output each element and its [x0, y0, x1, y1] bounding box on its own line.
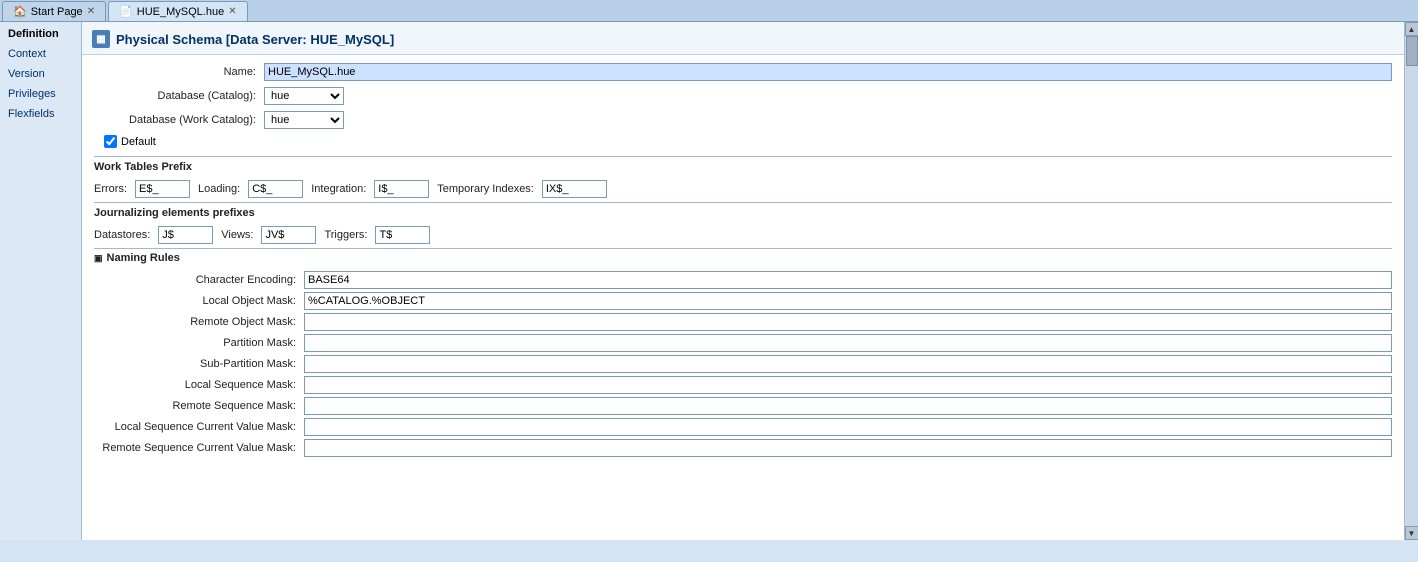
naming-row: Remote Sequence Mask: [94, 397, 1392, 415]
naming-input-1[interactable] [304, 292, 1392, 310]
default-row: Default [104, 135, 1392, 148]
page-title-icon: ▦ [92, 30, 110, 48]
naming-section: ▣ Naming Rules Character Encoding: Local … [94, 248, 1392, 457]
triggers-label: Triggers: [324, 229, 367, 241]
start-page-close[interactable]: ✕ [87, 6, 95, 17]
sidebar-item-definition[interactable]: Definition [0, 24, 81, 44]
hue-mysql-label: HUE_MySQL.hue [137, 6, 224, 18]
errors-input[interactable] [135, 180, 190, 198]
work-tables-header: Work Tables Prefix [94, 156, 1392, 176]
start-page-label: Start Page [31, 6, 83, 18]
naming-row: Local Sequence Current Value Mask: [94, 418, 1392, 436]
integration-label: Integration: [311, 183, 366, 195]
naming-label-2: Remote Object Mask: [94, 316, 304, 328]
page-title-text: Physical Schema [Data Server: HUE_MySQL] [116, 32, 394, 47]
collapse-icon[interactable]: ▣ [94, 253, 103, 264]
naming-row: Sub-Partition Mask: [94, 355, 1392, 373]
naming-row: Character Encoding: [94, 271, 1392, 289]
scroll-up-arrow[interactable]: ▲ [1405, 22, 1418, 36]
naming-label-8: Remote Sequence Current Value Mask: [94, 442, 304, 454]
views-input[interactable] [261, 226, 316, 244]
naming-input-5[interactable] [304, 376, 1392, 394]
naming-label-7: Local Sequence Current Value Mask: [94, 421, 304, 433]
naming-row: Partition Mask: [94, 334, 1392, 352]
tab-hue-mysql[interactable]: 📄 HUE_MySQL.hue ✕ [108, 1, 248, 21]
content-area: ▦ Physical Schema [Data Server: HUE_MySQ… [82, 22, 1404, 540]
views-label: Views: [221, 229, 253, 241]
sidebar-item-privileges[interactable]: Privileges [0, 84, 81, 104]
db-work-select[interactable]: hue information_schema mysql [264, 111, 344, 129]
naming-row: Remote Sequence Current Value Mask: [94, 439, 1392, 457]
db-catalog-select[interactable]: hue information_schema mysql [264, 87, 344, 105]
integration-input[interactable] [374, 180, 429, 198]
journalizing-header: Journalizing elements prefixes [94, 202, 1392, 222]
temp-indexes-label: Temporary Indexes: [437, 183, 534, 195]
hue-mysql-close[interactable]: ✕ [228, 6, 236, 17]
right-scrollbar: ▲ ▼ [1404, 22, 1418, 540]
scroll-track [1406, 36, 1418, 526]
main-layout: Definition Context Version Privileges Fl… [0, 22, 1418, 540]
loading-input[interactable] [248, 180, 303, 198]
naming-label-3: Partition Mask: [94, 337, 304, 349]
start-page-icon: 🏠 [13, 5, 27, 18]
name-input[interactable] [264, 63, 1392, 81]
naming-input-4[interactable] [304, 355, 1392, 373]
naming-input-2[interactable] [304, 313, 1392, 331]
sidebar-item-context[interactable]: Context [0, 44, 81, 64]
naming-label-1: Local Object Mask: [94, 295, 304, 307]
sidebar-item-version[interactable]: Version [0, 64, 81, 84]
naming-rules-header: ▣ Naming Rules [94, 248, 1392, 267]
naming-input-3[interactable] [304, 334, 1392, 352]
tab-start-page[interactable]: 🏠 Start Page ✕ [2, 1, 106, 21]
db-catalog-label: Database (Catalog): [94, 90, 264, 102]
default-checkbox[interactable] [104, 135, 117, 148]
db-catalog-row: Database (Catalog): hue information_sche… [94, 87, 1392, 105]
triggers-input[interactable] [375, 226, 430, 244]
naming-row: Local Sequence Mask: [94, 376, 1392, 394]
datastores-label: Datastores: [94, 229, 150, 241]
db-work-row: Database (Work Catalog): hue information… [94, 111, 1392, 129]
journalizing-row: Datastores: Views: Triggers: [94, 226, 1392, 244]
naming-rules-title: Naming Rules [107, 252, 180, 264]
db-work-label: Database (Work Catalog): [94, 114, 264, 126]
scroll-down-arrow[interactable]: ▼ [1405, 526, 1418, 540]
work-tables-row: Errors: Loading: Integration: Temporary … [94, 180, 1392, 198]
naming-label-5: Local Sequence Mask: [94, 379, 304, 391]
sidebar: Definition Context Version Privileges Fl… [0, 22, 82, 540]
tab-bar: 🏠 Start Page ✕ 📄 HUE_MySQL.hue ✕ [0, 0, 1418, 22]
naming-input-0[interactable] [304, 271, 1392, 289]
naming-label-0: Character Encoding: [94, 274, 304, 286]
datastores-input[interactable] [158, 226, 213, 244]
naming-label-6: Remote Sequence Mask: [94, 400, 304, 412]
naming-label-4: Sub-Partition Mask: [94, 358, 304, 370]
naming-row: Local Object Mask: [94, 292, 1392, 310]
name-label: Name: [94, 66, 264, 78]
naming-input-8[interactable] [304, 439, 1392, 457]
errors-label: Errors: [94, 183, 127, 195]
default-label: Default [121, 136, 156, 148]
name-row: Name: [94, 63, 1392, 81]
naming-rows-container: Character Encoding: Local Object Mask: Rem… [94, 271, 1392, 457]
sidebar-item-flexfields[interactable]: Flexfields [0, 104, 81, 124]
naming-input-7[interactable] [304, 418, 1392, 436]
loading-label: Loading: [198, 183, 240, 195]
form-content: Name: Database (Catalog): hue informatio… [82, 55, 1404, 468]
page-title: ▦ Physical Schema [Data Server: HUE_MySQ… [82, 22, 1404, 55]
naming-input-6[interactable] [304, 397, 1392, 415]
naming-row: Remote Object Mask: [94, 313, 1392, 331]
hue-mysql-icon: 📄 [119, 5, 133, 18]
scroll-thumb[interactable] [1406, 36, 1418, 66]
temp-indexes-input[interactable] [542, 180, 607, 198]
